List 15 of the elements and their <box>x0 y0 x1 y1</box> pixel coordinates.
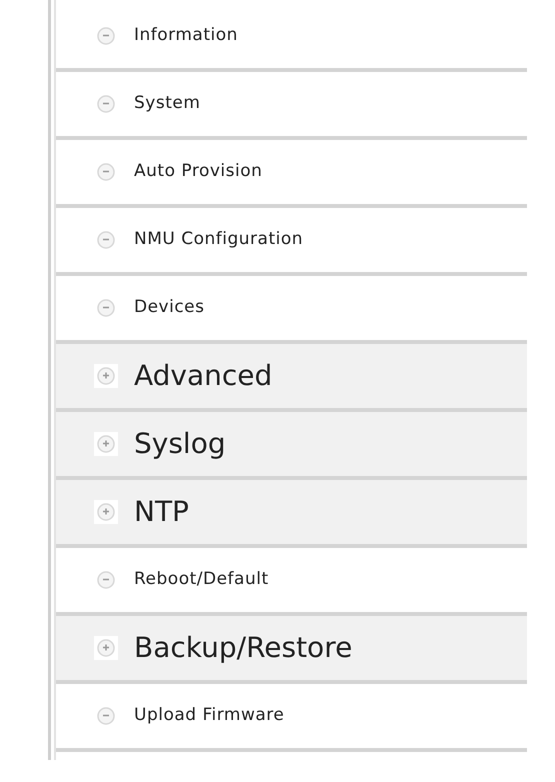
minus-icon[interactable] <box>97 707 115 725</box>
plus-icon[interactable] <box>97 639 115 657</box>
minus-icon[interactable] <box>97 231 115 249</box>
menu-item[interactable]: Advanced <box>56 344 527 412</box>
minus-icon[interactable] <box>97 299 115 317</box>
menu-item[interactable]: Backup/Restore <box>56 616 527 684</box>
minus-icon[interactable] <box>97 571 115 589</box>
menu-item[interactable]: Syslog <box>56 412 527 480</box>
plus-icon[interactable] <box>97 503 115 521</box>
plus-icon[interactable] <box>97 367 115 385</box>
minus-icon[interactable] <box>97 27 115 45</box>
minus-icon[interactable] <box>97 163 115 181</box>
menu-item[interactable]: NTP <box>56 480 527 548</box>
minus-icon[interactable] <box>97 95 115 113</box>
plus-icon[interactable] <box>97 435 115 453</box>
